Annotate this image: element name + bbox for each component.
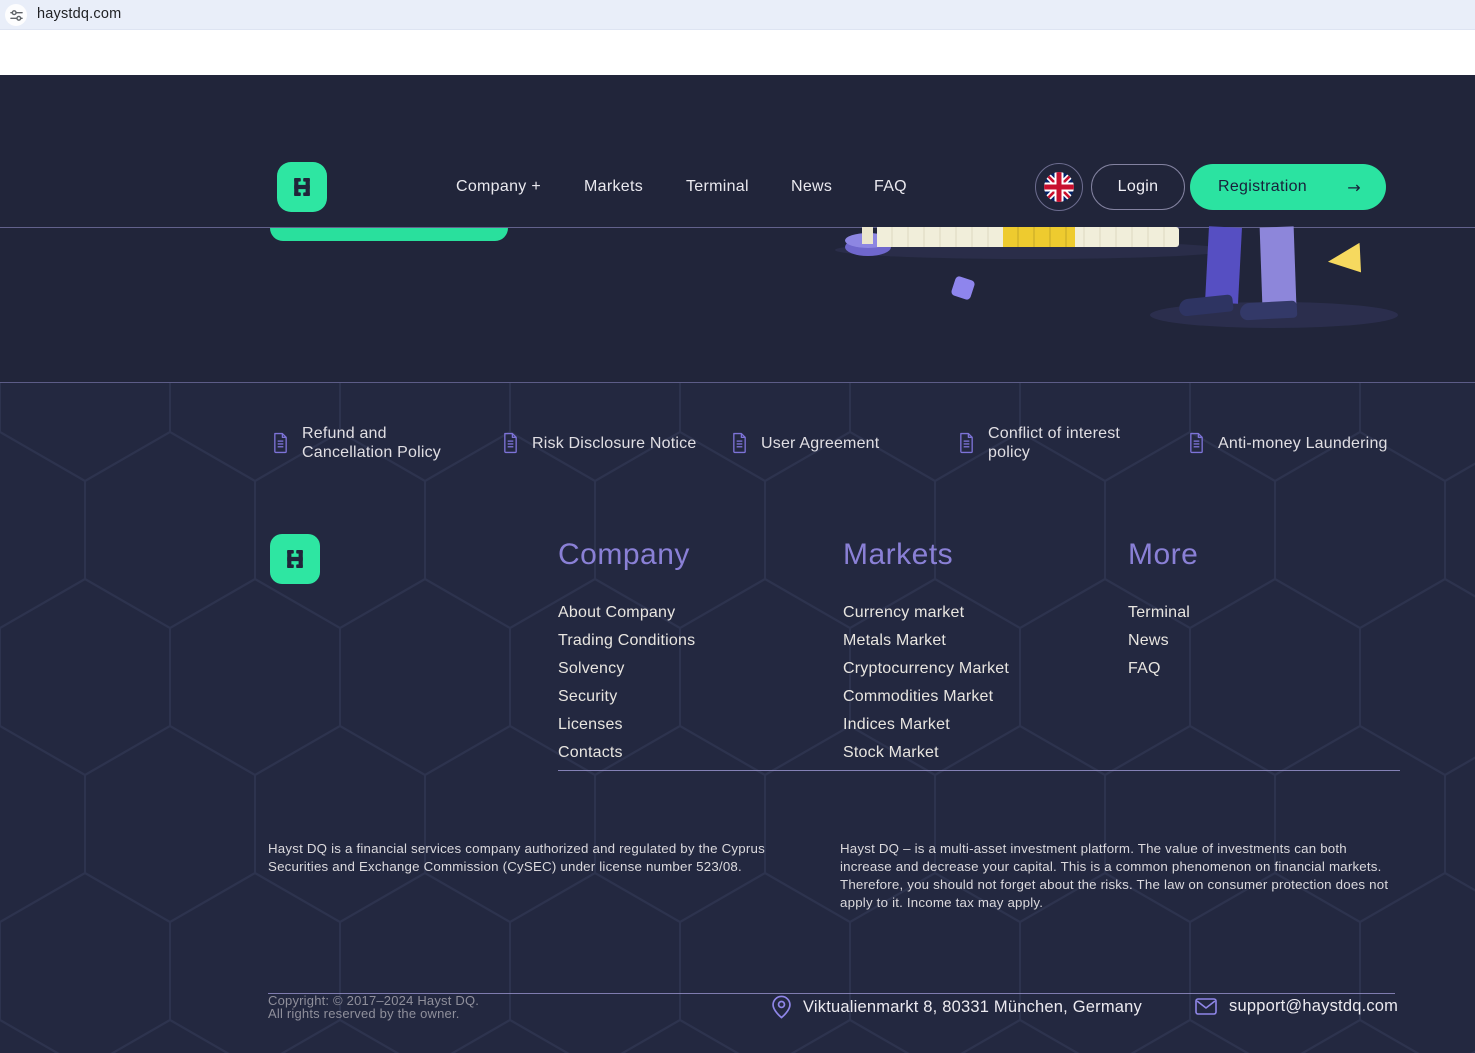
document-icon: [272, 432, 289, 454]
policy-link-conflict[interactable]: Conflict of interest policy: [958, 424, 1133, 462]
column-title: More: [1128, 538, 1198, 572]
document-icon: [731, 432, 748, 454]
browser-url-bar[interactable]: haystdq.com: [0, 0, 1475, 30]
copyright-line2: All rights reserved by the owner.: [268, 1007, 479, 1020]
site-settings-button[interactable]: [5, 4, 27, 26]
tune-icon: [10, 9, 23, 22]
nav-link-company[interactable]: Company +: [456, 178, 541, 196]
policy-label: User Agreement: [761, 434, 879, 453]
copyright-text: Copyright: © 2017–2024 Hayst DQ. All rig…: [268, 994, 479, 1020]
footer-link-trading-conditions[interactable]: Trading Conditions: [558, 627, 695, 655]
copyright-line1: Copyright: © 2017–2024 Hayst DQ.: [268, 994, 479, 1007]
uk-flag-icon: [1044, 172, 1074, 202]
pillar-illustration: [862, 227, 873, 244]
footer-link-solvency[interactable]: Solvency: [558, 655, 695, 683]
character-leg-right: [1260, 226, 1297, 305]
registration-label: Registration: [1218, 178, 1307, 196]
footer-column-more: More Terminal News FAQ: [1128, 538, 1198, 683]
footer-link-faq[interactable]: FAQ: [1128, 655, 1198, 683]
legal-text-license: Hayst DQ is a financial services company…: [268, 840, 816, 876]
footer-link-currency-market[interactable]: Currency market: [843, 599, 1009, 627]
policy-link-aml[interactable]: Anti-money Laundering: [1188, 432, 1388, 454]
nav-link-terminal[interactable]: Terminal: [686, 178, 749, 196]
column-title: Company: [558, 538, 695, 572]
document-icon: [958, 432, 975, 454]
document-icon: [1188, 432, 1205, 454]
brand-logo[interactable]: [277, 162, 327, 212]
progress-bar-illustration: [877, 227, 1179, 247]
address-row: Viktualienmarkt 8, 80331 München, German…: [772, 995, 1142, 1019]
column-title: Markets: [843, 538, 1009, 572]
policy-label: Risk Disclosure Notice: [532, 434, 696, 453]
login-button[interactable]: Login: [1091, 164, 1185, 210]
nav-link-news[interactable]: News: [791, 178, 832, 196]
policy-link-risk[interactable]: Risk Disclosure Notice: [502, 432, 696, 454]
envelope-icon: [1195, 998, 1217, 1015]
hayst-logo-icon: [287, 172, 317, 202]
footer-column-company: Company About Company Trading Conditions…: [558, 538, 695, 767]
hero-divider-line: [0, 227, 1475, 228]
policy-link-refund[interactable]: Refund and Cancellation Policy: [272, 424, 454, 462]
language-selector[interactable]: [1035, 163, 1083, 211]
footer-link-terminal[interactable]: Terminal: [1128, 599, 1198, 627]
page-top-gap: [0, 30, 1475, 75]
progress-bar-gold-segments: [1003, 227, 1075, 247]
footer-link-contacts[interactable]: Contacts: [558, 739, 695, 767]
footer-link-news[interactable]: News: [1128, 627, 1198, 655]
footer: Refund and Cancellation Policy Risk Disc…: [0, 382, 1475, 1053]
policy-link-agreement[interactable]: User Agreement: [731, 432, 879, 454]
registration-button[interactable]: Registration →: [1190, 164, 1386, 210]
character-shoe-right: [1240, 301, 1298, 321]
columns-divider-line: [558, 770, 1400, 771]
hayst-logo-icon: [280, 544, 310, 574]
location-pin-icon: [772, 995, 791, 1019]
footer-link-commodities-market[interactable]: Commodities Market: [843, 683, 1009, 711]
nav-link-faq[interactable]: FAQ: [874, 178, 907, 196]
footer-link-about[interactable]: About Company: [558, 599, 695, 627]
footer-link-stock-market[interactable]: Stock Market: [843, 739, 1009, 767]
arrow-right-icon: →: [1347, 178, 1361, 197]
legal-text-risk: Hayst DQ – is a multi-asset investment p…: [840, 840, 1398, 912]
footer-column-markets: Markets Currency market Metals Market Cr…: [843, 538, 1009, 767]
email-text[interactable]: support@haystdq.com: [1229, 997, 1398, 1016]
address-text[interactable]: Viktualienmarkt 8, 80331 München, German…: [803, 998, 1142, 1017]
footer-brand-logo[interactable]: [270, 534, 320, 584]
nav-link-markets[interactable]: Markets: [584, 178, 643, 196]
hexagon-pattern-background: [0, 383, 1475, 1053]
page-background: Company + Markets Terminal News FAQ Logi…: [0, 75, 1475, 978]
policy-label: Anti-money Laundering: [1218, 434, 1388, 453]
character-leg-left: [1205, 226, 1242, 304]
triangle-decoration: [1326, 243, 1364, 279]
footer-link-crypto-market[interactable]: Cryptocurrency Market: [843, 655, 1009, 683]
url-text[interactable]: haystdq.com: [37, 6, 121, 22]
footer-link-metals-market[interactable]: Metals Market: [843, 627, 1009, 655]
diamond-decoration: [950, 275, 975, 300]
hero-cta-button-remnant[interactable]: [270, 228, 508, 241]
email-row: support@haystdq.com: [1195, 997, 1398, 1016]
footer-link-indices-market[interactable]: Indices Market: [843, 711, 1009, 739]
policy-label: Conflict of interest policy: [988, 424, 1133, 462]
document-icon: [502, 432, 519, 454]
footer-link-licenses[interactable]: Licenses: [558, 711, 695, 739]
policy-label: Refund and Cancellation Policy: [302, 424, 454, 462]
footer-link-security[interactable]: Security: [558, 683, 695, 711]
